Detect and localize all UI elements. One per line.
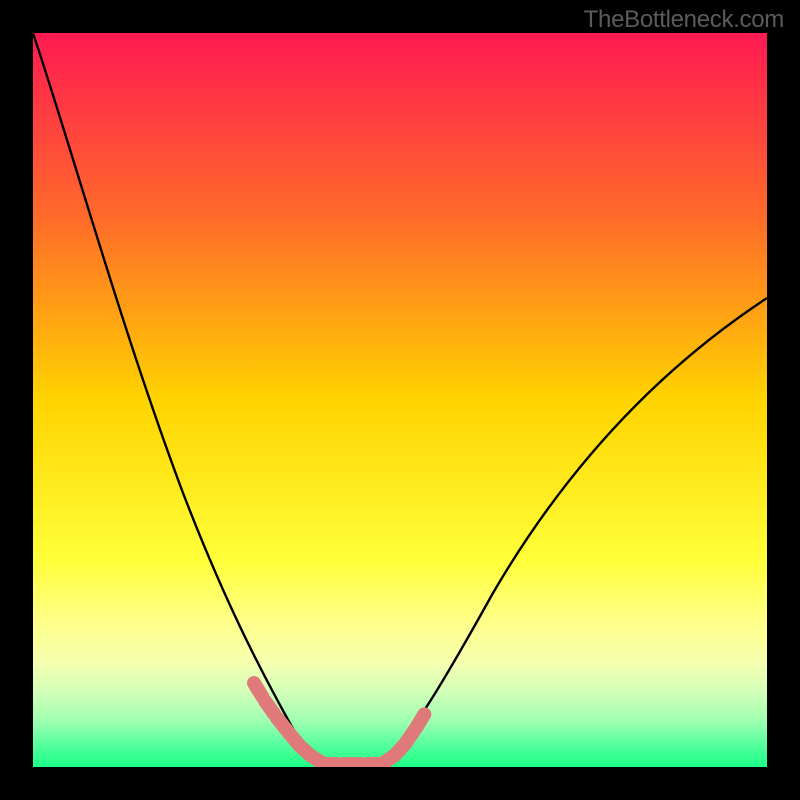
- curve-right: [385, 298, 767, 761]
- chart-curves: [33, 33, 767, 767]
- marker-band-left: [254, 683, 321, 762]
- marker-band-right: [385, 710, 427, 762]
- plot-area: [33, 33, 767, 767]
- curve-left: [33, 33, 311, 761]
- watermark-text: TheBottleneck.com: [584, 6, 784, 34]
- chart-frame: TheBottleneck.com: [0, 0, 800, 800]
